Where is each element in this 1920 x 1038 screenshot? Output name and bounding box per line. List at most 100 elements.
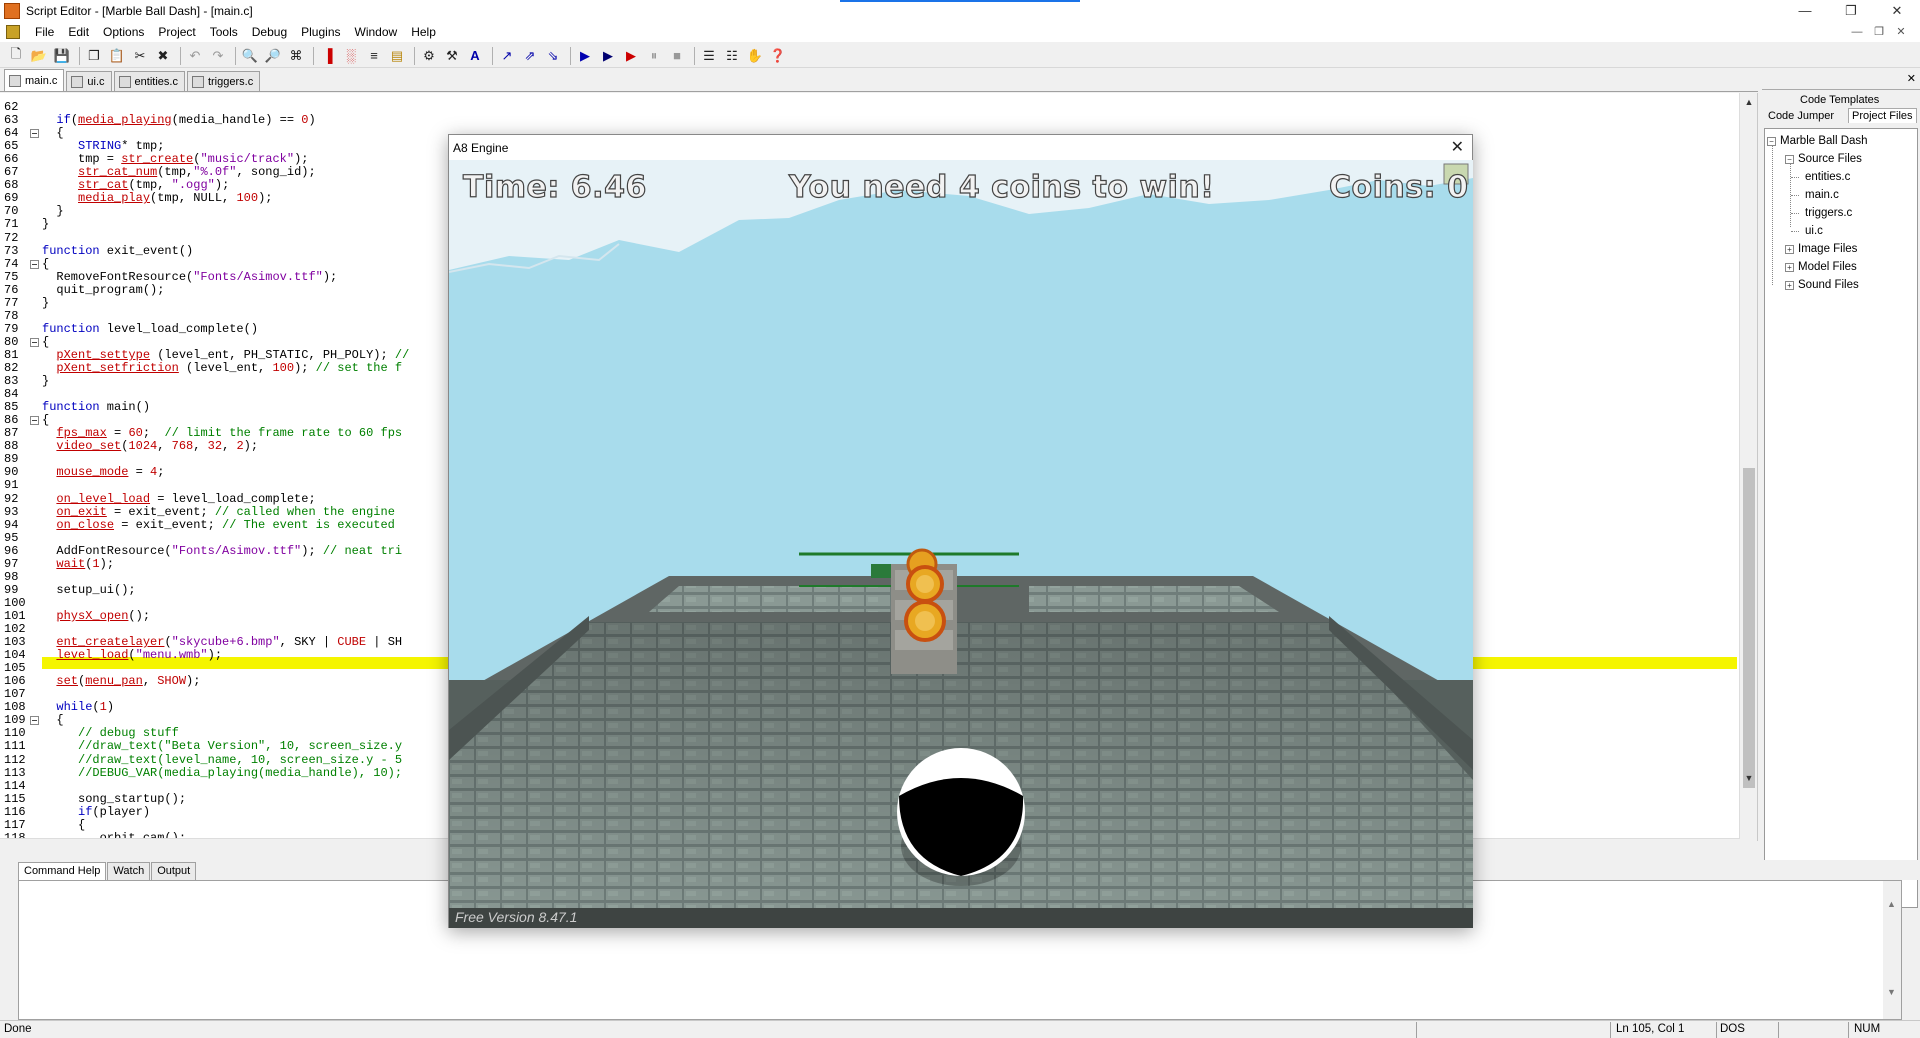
rebuild-icon[interactable]: ⇘ bbox=[543, 46, 563, 66]
bookmark-clear-icon[interactable]: ░ bbox=[341, 46, 361, 66]
menu-debug[interactable]: Debug bbox=[245, 25, 294, 39]
tab-ui-c[interactable]: ui.c bbox=[66, 71, 112, 91]
tree-root[interactable]: − Marble Ball Dash bbox=[1767, 135, 1868, 147]
fold-toggle-icon[interactable] bbox=[30, 259, 39, 269]
folder-icon[interactable]: ▤ bbox=[387, 46, 407, 66]
code-line: } bbox=[42, 374, 50, 389]
line-number: 93 bbox=[4, 504, 19, 519]
paste-icon[interactable]: 📋 bbox=[107, 46, 127, 66]
find-icon[interactable]: 🔍 bbox=[240, 46, 260, 66]
mdi-close-icon[interactable]: ✕ bbox=[1890, 22, 1912, 42]
numlock-indicator: NUM bbox=[1854, 1023, 1881, 1035]
tab-entities-c[interactable]: entities.c bbox=[113, 71, 185, 91]
engine-close-icon[interactable]: ✕ bbox=[1451, 137, 1464, 157]
scrollbar-thumb[interactable] bbox=[1743, 468, 1755, 788]
scroll-up-icon[interactable]: ▲ bbox=[1887, 899, 1896, 909]
build-icon[interactable]: ↗ bbox=[497, 46, 517, 66]
goto-icon[interactable]: ⌘ bbox=[286, 46, 306, 66]
mdi-restore-icon[interactable]: ❐ bbox=[1868, 22, 1890, 42]
mdi-minimize-icon[interactable]: — bbox=[1846, 22, 1868, 42]
tab-command-help[interactable]: Command Help bbox=[18, 862, 107, 880]
run-icon[interactable]: ▶ bbox=[575, 46, 595, 66]
new-file-icon[interactable]: 🗋 bbox=[6, 46, 26, 66]
breakpoint-icon[interactable]: ☷ bbox=[722, 46, 742, 66]
collapse-icon[interactable]: − bbox=[1785, 154, 1794, 164]
code-line: pXent_settype (level_ent, PH_STATIC, PH_… bbox=[56, 347, 410, 362]
tab-code-jumper[interactable]: Code Jumper bbox=[1768, 110, 1834, 122]
tree-file-entities[interactable]: entities.c bbox=[1805, 171, 1850, 183]
editor-vertical-scrollbar[interactable]: ▲ ▼ bbox=[1739, 93, 1757, 841]
tree-file-ui[interactable]: ui.c bbox=[1805, 225, 1823, 237]
tab-watch[interactable]: Watch bbox=[107, 862, 151, 880]
step-icon[interactable]: ▶ bbox=[621, 46, 641, 66]
expand-icon[interactable]: + bbox=[1785, 244, 1794, 254]
tree-sound-files[interactable]: + Sound Files bbox=[1785, 279, 1859, 291]
stop-icon[interactable]: ■ bbox=[667, 46, 687, 66]
minimize-icon[interactable]: — bbox=[1782, 0, 1828, 22]
menu-project[interactable]: Project bbox=[151, 25, 202, 39]
toolbar-separator bbox=[180, 46, 181, 65]
expand-icon[interactable]: + bbox=[1785, 262, 1794, 272]
scroll-down-icon[interactable]: ▼ bbox=[1740, 773, 1757, 789]
expand-icon[interactable]: + bbox=[1785, 280, 1794, 290]
tab-output[interactable]: Output bbox=[151, 862, 197, 880]
scroll-up-icon[interactable]: ▲ bbox=[1740, 97, 1757, 113]
maximize-icon[interactable]: ❐ bbox=[1828, 0, 1874, 22]
toolbar-separator bbox=[694, 46, 695, 65]
menu-edit[interactable]: Edit bbox=[61, 25, 96, 39]
menu-file[interactable]: File bbox=[28, 25, 61, 39]
panel-close-icon[interactable]: ✕ bbox=[1907, 72, 1916, 85]
find-replace-icon[interactable]: 🔎 bbox=[263, 46, 283, 66]
status-divider bbox=[1848, 1022, 1849, 1038]
comment-icon[interactable]: ≡ bbox=[364, 46, 384, 66]
redo-icon[interactable]: ↷ bbox=[208, 46, 228, 66]
scroll-down-icon[interactable]: ▼ bbox=[1887, 987, 1896, 997]
tab-code-templates[interactable]: Code Templates bbox=[1800, 94, 1879, 106]
code-line: media_play(tmp, NULL, 100); bbox=[78, 191, 273, 206]
fold-toggle-icon[interactable] bbox=[30, 716, 39, 726]
build-all-icon[interactable]: ⇗ bbox=[520, 46, 540, 66]
hand-icon[interactable]: ✋ bbox=[745, 46, 765, 66]
tree-file-main[interactable]: main.c bbox=[1805, 189, 1839, 201]
tree-file-triggers[interactable]: triggers.c bbox=[1805, 207, 1852, 219]
tree-model-files[interactable]: + Model Files bbox=[1785, 261, 1857, 273]
save-icon[interactable]: 💾 bbox=[52, 46, 72, 66]
game-viewport[interactable]: Time: 6.46 You need 4 coins to win! Coin… bbox=[449, 160, 1473, 928]
tools-icon[interactable]: ⚒ bbox=[442, 46, 462, 66]
tree-source-files[interactable]: − Source Files bbox=[1785, 153, 1862, 165]
menu-options[interactable]: Options bbox=[96, 25, 151, 39]
line-number: 92 bbox=[4, 491, 19, 506]
line-number: 114 bbox=[4, 778, 26, 793]
status-divider bbox=[1778, 1022, 1779, 1038]
undo-icon[interactable]: ↶ bbox=[185, 46, 205, 66]
line-number: 84 bbox=[4, 387, 19, 402]
menu-window[interactable]: Window bbox=[348, 25, 405, 39]
delete-icon[interactable]: ✖ bbox=[153, 46, 173, 66]
engine-window[interactable]: A8 Engine ✕ Time: 6.46 You need 4 coins … bbox=[448, 134, 1473, 928]
menu-plugins[interactable]: Plugins bbox=[294, 25, 347, 39]
settings-icon[interactable]: ⚙ bbox=[419, 46, 439, 66]
fold-toggle-icon[interactable] bbox=[30, 129, 39, 139]
menu-tools[interactable]: Tools bbox=[203, 25, 245, 39]
debug-run-icon[interactable]: ▶ bbox=[598, 46, 618, 66]
open-folder-icon[interactable]: 📂 bbox=[29, 46, 49, 66]
menu-app-icon[interactable] bbox=[6, 25, 20, 39]
font-icon[interactable]: A bbox=[465, 46, 485, 66]
bottom-pane-scrollbar[interactable]: ▲ ▼ bbox=[1883, 881, 1901, 1019]
tree-image-files[interactable]: + Image Files bbox=[1785, 243, 1857, 255]
watch-icon[interactable]: ☰ bbox=[699, 46, 719, 66]
fold-toggle-icon[interactable] bbox=[30, 337, 39, 347]
fold-toggle-icon[interactable] bbox=[30, 416, 39, 426]
tab-main-c[interactable]: main.c bbox=[4, 69, 65, 91]
tab-project-files[interactable]: Project Files bbox=[1848, 108, 1917, 123]
tab-triggers-c[interactable]: triggers.c bbox=[186, 71, 261, 91]
bookmark-toggle-icon[interactable]: ▐ bbox=[318, 46, 338, 66]
cut-icon[interactable]: ✂ bbox=[130, 46, 150, 66]
free-version-label: Free Version 8.47.1 bbox=[455, 909, 578, 925]
help-icon[interactable]: ❓ bbox=[768, 46, 788, 66]
copy-icon[interactable]: ❐ bbox=[84, 46, 104, 66]
collapse-icon[interactable]: − bbox=[1767, 136, 1776, 146]
close-icon[interactable]: ✕ bbox=[1874, 0, 1920, 22]
pause-icon[interactable]: ⏸ bbox=[644, 46, 664, 66]
menu-help[interactable]: Help bbox=[404, 25, 443, 39]
